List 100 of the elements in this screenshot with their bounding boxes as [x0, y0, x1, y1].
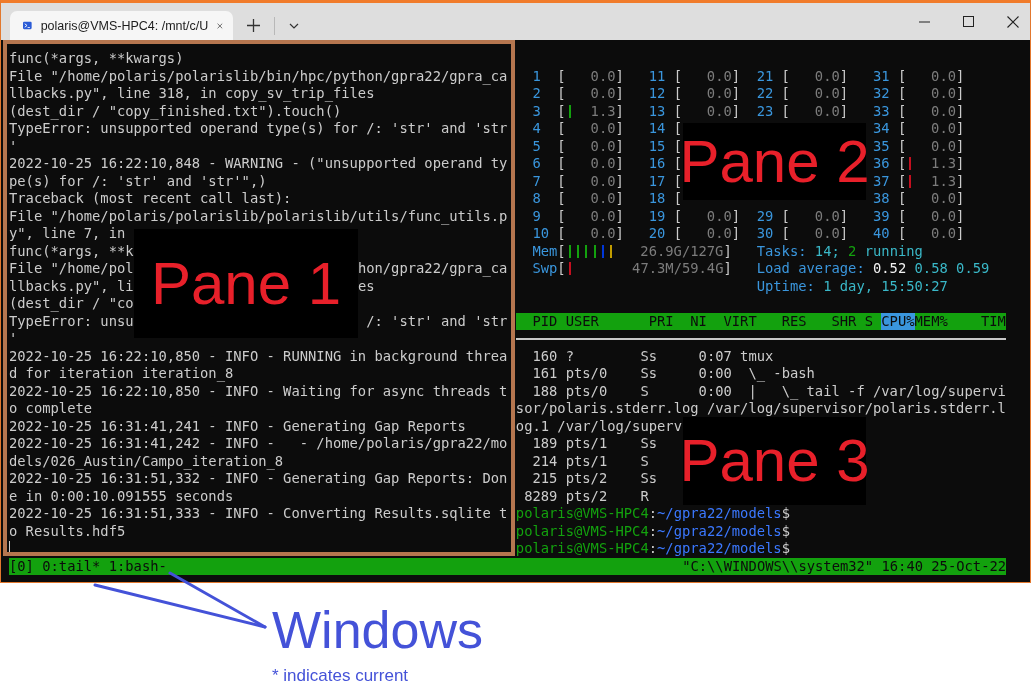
shell-prompt: polaris@VMS-HPC4:~/gpra22/models$ — [515, 540, 790, 558]
terminal-line: File "/home/polaris/polarislib/bin/hpc/python/gpra22/gpra_ca — [9, 67, 508, 85]
meter-bracket: [ — [781, 207, 790, 224]
cpu-usage: 0.0 — [706, 102, 732, 119]
cpu-number: 23 — [756, 102, 774, 119]
annotation-note: * indicates current — [272, 666, 409, 686]
cpu-number: 10 — [532, 225, 550, 241]
cpu-usage: 0.0 — [931, 190, 957, 206]
terminal-line: d for iteration iteration_8 — [9, 365, 234, 383]
column-header[interactable]: PID USER PRI NI VIRT RES SHR S — [515, 312, 882, 330]
cpu-usage: 0.0 — [931, 102, 957, 119]
meter-bracket: [ — [897, 120, 907, 136]
cpu-usage: 0.0 — [814, 102, 840, 119]
cpu-number: 35 — [872, 137, 890, 154]
meter-bracket: [ — [557, 102, 566, 119]
terminal-line: 2022-10-25 16:22:10,850 - INFO - Waiting for async threads t — [9, 382, 508, 400]
minimize-icon[interactable] — [919, 20, 930, 23]
cpu-number: 34 — [872, 120, 890, 136]
meter-bracket: ] — [956, 225, 965, 241]
cpu-number: 29 — [756, 207, 774, 224]
terminal-line: func(*args, **kwargs) — [9, 50, 184, 68]
terminal-text: func(*args, **k — [9, 242, 134, 260]
meter-bracket: [ — [673, 67, 682, 84]
cpu-number: 40 — [872, 225, 890, 241]
cpu-number: 18 — [648, 190, 666, 206]
column-header[interactable]: CPU% — [881, 312, 915, 330]
cpu-number: 12 — [648, 85, 666, 101]
cpu-number: 8 — [532, 190, 541, 206]
caret-icon[interactable] — [289, 22, 299, 29]
meter-bracket: [ — [557, 190, 566, 206]
meter-bracket: [ — [673, 102, 682, 119]
meter-bracket: ] — [615, 172, 624, 189]
meter-bracket: [ — [557, 260, 566, 276]
cpu-number: 21 — [756, 67, 774, 84]
close-icon[interactable] — [1007, 15, 1019, 28]
cpu-number: 1 — [532, 67, 541, 84]
cpu-usage: 0.0 — [814, 67, 840, 84]
cpu-number: 33 — [872, 102, 890, 119]
meter-bracket: [ — [673, 120, 682, 136]
shell-prompt: polaris@VMS-HPC4:~/gpra22/models$ — [515, 522, 790, 540]
terminal-line: 160 ? Ss 0:07 tmux — [531, 347, 774, 365]
meter-bracket: [ — [557, 155, 566, 171]
cpu-number: 11 — [648, 67, 666, 84]
cpu-number: 31 — [872, 67, 890, 84]
terminal-line: o complete — [9, 400, 93, 418]
terminal-text: /: 'str' and 'str — [365, 312, 508, 330]
meter-bracket: ] — [615, 102, 624, 119]
meter-bracket: ] — [615, 190, 624, 206]
status-info: "C:\\WINDOWS\\system32" 16:40 25-Oct-22 — [682, 557, 1007, 575]
meter-bracket: ] — [839, 207, 849, 224]
terminal-line: File "/home/polaris/polarislib/polarislib/utils/func_utils.p — [9, 207, 508, 225]
cpu-usage: 0.0 — [590, 85, 616, 101]
meter-bracket: [ — [673, 155, 682, 171]
terminal-icon — [23, 19, 32, 32]
cpu-number: 15 — [648, 137, 666, 154]
meter-bracket: ] — [839, 67, 849, 84]
meter-bracket: [ — [781, 85, 790, 101]
meter-bracket: ] — [615, 207, 624, 224]
cpu-usage: 0.0 — [590, 67, 616, 84]
meter-bracket: [ — [673, 85, 682, 101]
meter-bracket: ] — [956, 67, 965, 84]
cpu-usage: 0.0 — [706, 67, 732, 84]
terminal-line: Traceback (most recent call last): — [9, 190, 292, 208]
terminal-line: pe(s) for /: 'str' and 'str'",) — [9, 172, 267, 190]
cpu-usage: 1.3 — [931, 155, 957, 171]
terminal-line: 161 pts/0 Ss 0:00 \_ -bash — [531, 365, 815, 383]
meter-bracket: [ — [557, 172, 566, 189]
terminal-tab[interactable]: polaris@VMS-HPC4: /mnt/c/U — [10, 11, 233, 40]
meter-bracket: [ — [897, 225, 907, 241]
terminal-text: 189 pts/1 Ss — [531, 435, 658, 453]
cpu-usage: 0.0 — [706, 85, 732, 101]
meter-bracket: ] — [731, 207, 741, 224]
terminal-text: TypeError: unsu — [9, 312, 134, 330]
cpu-usage: 0.0 — [814, 225, 840, 241]
meter-bracket: [ — [557, 207, 566, 224]
memory-label: Swp — [532, 260, 558, 276]
terminal-line: 2022-10-25 16:22:10,848 - WARNING - ("unsupported operand ty — [9, 155, 508, 173]
terminal-line: (dest_dir / "copy_finished.txt").touch() — [9, 102, 342, 120]
meter-bracket: [ — [673, 190, 682, 206]
maximize-icon[interactable] — [963, 16, 974, 27]
cpu-number: 17 — [648, 172, 666, 189]
terminal-line: 2022-10-25 16:22:10,850 - INFO - RUNNING in background threa — [9, 347, 508, 365]
cpu-usage: 0.0 — [814, 207, 840, 224]
window-list[interactable]: [0] 0:tail* 1:bash- — [9, 557, 167, 575]
cpu-usage: 0.0 — [590, 225, 616, 241]
cpu-number: 9 — [532, 207, 541, 224]
meter-bracket: [ — [557, 85, 566, 101]
plus-icon[interactable] — [247, 19, 260, 32]
cpu-number: 7 — [532, 172, 541, 189]
meter-bracket: [ — [781, 225, 790, 241]
terminal-line: 2022-10-25 16:31:51,332 - INFO - Generating Gap Reports: Don — [9, 470, 508, 488]
meter-bracket: ] — [956, 85, 965, 101]
terminal-line: sor/polaris.stderr.log /var/log/supervisor/polaris.stderr.l — [515, 400, 1006, 418]
cpu-usage: 0.0 — [590, 207, 616, 224]
meter-bracket: ] — [615, 155, 624, 171]
memory-usage: 47.3M/59.4G — [632, 260, 724, 276]
terminal-text: 214 pts/1 S — [531, 452, 649, 470]
cpu-number: 39 — [872, 207, 890, 224]
shell-prompt: polaris@VMS-HPC4:~/gpra22/models$ — [515, 505, 790, 523]
meter-bracket: [ — [673, 207, 682, 224]
